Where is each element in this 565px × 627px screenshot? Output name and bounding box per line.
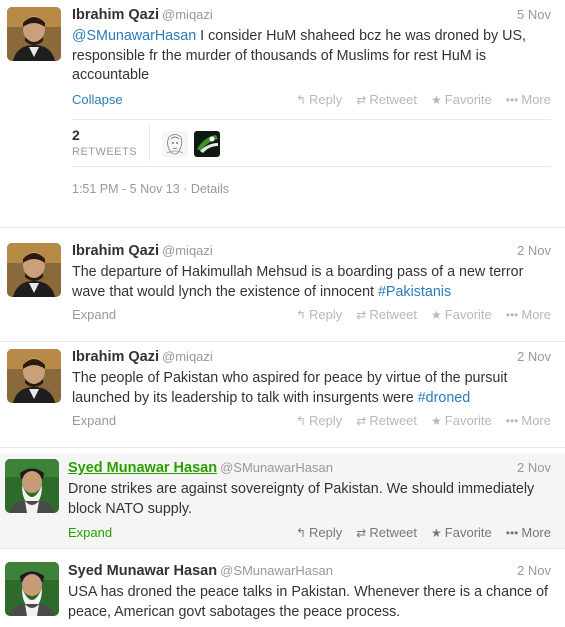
tweet-date[interactable]: 2 Nov [517, 458, 551, 478]
tweet-date[interactable]: 2 Nov [517, 241, 551, 261]
more-icon: ••• [505, 308, 519, 322]
tweet-stats: 2 RETWEETS [72, 120, 551, 166]
star-icon: ★ [431, 92, 442, 107]
tweet-date[interactable]: 2 Nov [517, 561, 551, 581]
hashtag-link[interactable]: #Pakistanis [378, 284, 451, 300]
tweet[interactable]: Ibrahim Qazi @miqazi 2 Nov The departure … [0, 236, 565, 342]
retweet-button[interactable]: ⇄ Retweet [356, 411, 417, 431]
tweet-text: The departure of Hakimullah Mehsud is a … [72, 263, 551, 302]
tweet-text: Drone strikes are against sovereignty of… [68, 480, 551, 519]
tweet-text: USA has droned the peace talks in Pakist… [68, 583, 551, 622]
more-icon: ••• [505, 526, 519, 540]
retweet-icon: ⇄ [356, 92, 367, 107]
expand-link[interactable]: Expand [72, 411, 116, 431]
author-name[interactable]: Ibrahim Qazi [72, 349, 159, 365]
details-link[interactable]: Details [191, 182, 229, 196]
tweet-text: @SMunawarHasan I consider HuM shaheed bc… [72, 27, 551, 86]
reply-button[interactable]: ↰ Reply [296, 523, 342, 543]
retweeter-avatar[interactable] [194, 130, 220, 157]
expand-link[interactable]: Expand [72, 305, 116, 325]
more-button[interactable]: ••• More [506, 305, 551, 325]
reply-button[interactable]: ↰ Reply [296, 90, 342, 110]
tweet-body: Drone strikes are against sovereignty of… [68, 481, 535, 517]
avatar[interactable] [7, 349, 61, 403]
tweet-meta: 1:51 PM - 5 Nov 13 · Details [72, 181, 230, 196]
favorite-button[interactable]: ★ Favorite [431, 305, 492, 325]
favorite-button[interactable]: ★ Favorite [431, 411, 492, 431]
reply-button[interactable]: ↰ Reply [296, 305, 342, 325]
reply-icon: ↰ [295, 308, 307, 322]
author-name[interactable]: Ibrahim Qazi [72, 7, 159, 23]
tweet[interactable]: Syed Munawar Hasan @SMunawarHasan 2 Nov U… [0, 556, 565, 627]
more-button[interactable]: ••• More [506, 411, 551, 431]
retweet-button[interactable]: ⇄ Retweet [356, 90, 417, 110]
retweet-count[interactable]: 2 [72, 127, 80, 143]
hashtag-link[interactable]: #droned [418, 390, 470, 406]
avatar[interactable] [7, 243, 61, 297]
tweet-body: The departure of Hakimullah Mehsud is a … [72, 264, 524, 300]
tweet-date[interactable]: 5 Nov [517, 5, 551, 25]
author-handle[interactable]: @miqazi [162, 349, 213, 364]
reply-icon: ↰ [295, 414, 307, 428]
expand-link[interactable]: Expand [68, 523, 112, 543]
tweet-date[interactable]: 2 Nov [517, 347, 551, 367]
more-icon: ••• [505, 92, 519, 107]
reply-icon: ↰ [295, 92, 307, 107]
author-name[interactable]: Syed Munawar Hasan [68, 563, 217, 579]
retweet-count-label[interactable]: RETWEETS [72, 146, 137, 158]
more-button[interactable]: ••• More [506, 523, 551, 543]
more-icon: ••• [505, 414, 519, 428]
retweet-icon: ⇄ [356, 414, 367, 428]
avatar[interactable] [7, 7, 61, 61]
mention-link[interactable]: @SMunawarHasan [72, 28, 196, 44]
tweet-expanded[interactable]: Ibrahim Qazi @miqazi 5 Nov @SMunawarHasan… [0, 0, 565, 228]
reply-button[interactable]: ↰ Reply [296, 411, 342, 431]
author-name[interactable]: Ibrahim Qazi [72, 243, 159, 259]
reply-icon: ↰ [295, 526, 307, 540]
star-icon: ★ [431, 526, 442, 540]
retweet-button[interactable]: ⇄ Retweet [356, 523, 417, 543]
tweet-timestamp[interactable]: 1:51 PM - 5 Nov 13 [72, 182, 180, 196]
retweeter-avatar[interactable] [162, 130, 188, 157]
author-handle[interactable]: @miqazi [162, 243, 213, 258]
star-icon: ★ [431, 414, 442, 428]
author-handle[interactable]: @SMunawarHasan [220, 460, 333, 475]
retweet-icon: ⇄ [356, 308, 367, 322]
more-button[interactable]: ••• More [506, 90, 551, 110]
collapse-link[interactable]: Collapse [72, 90, 123, 110]
retweet-icon: ⇄ [356, 526, 367, 540]
retweet-button[interactable]: ⇄ Retweet [356, 305, 417, 325]
avatar[interactable] [5, 459, 59, 513]
favorite-button[interactable]: ★ Favorite [431, 90, 492, 110]
tweet[interactable]: Ibrahim Qazi @miqazi 2 Nov The people of … [0, 342, 565, 448]
author-name[interactable]: Syed Munawar Hasan [68, 460, 217, 476]
author-handle[interactable]: @SMunawarHasan [220, 563, 333, 578]
avatar[interactable] [5, 562, 59, 616]
favorite-button[interactable]: ★ Favorite [431, 523, 492, 543]
tweet-text: The people of Pakistan who aspired for p… [72, 369, 551, 408]
tweet-body: USA has droned the peace talks in Pakist… [68, 584, 549, 620]
tweet-hovered[interactable]: Syed Munawar Hasan @SMunawarHasan 2 Nov D… [0, 453, 565, 549]
author-handle[interactable]: @miqazi [162, 7, 213, 22]
tweet-timeline: Ibrahim Qazi @miqazi 5 Nov @SMunawarHasan… [0, 0, 565, 627]
star-icon: ★ [431, 308, 442, 322]
